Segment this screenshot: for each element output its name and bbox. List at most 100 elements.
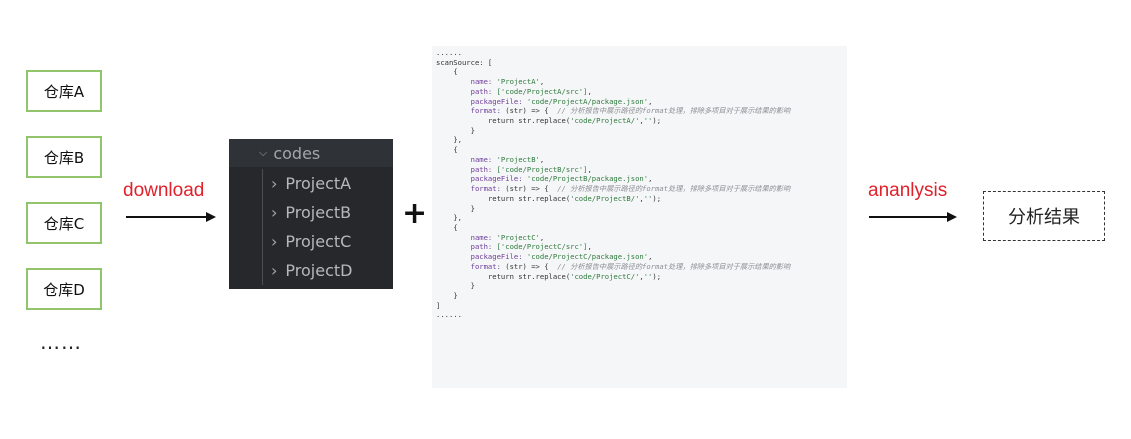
code-token: ...... [436,310,462,320]
code-token: return str.replace( [487,271,571,281]
download-arrow [126,212,216,222]
tree-item-label: ProjectB [285,203,352,222]
code-token: // 分析报告中展示路径的format处理，排除多项目对于展示结果的影响 [557,261,791,271]
code-token: } [470,203,475,213]
code-token: , [648,252,653,262]
code-token: 'ProjectC' [496,232,540,242]
code-line: { [436,67,847,77]
code-token: // 分析报告中展示路径的format处理，排除多项目对于展示结果的影响 [557,106,791,116]
code-token: (str) => { [505,261,558,271]
code-line: }, [436,213,847,223]
code-token: 'code/ProjectB/package.json' [526,174,649,184]
code-line: scanSource: [ [436,58,847,68]
code-line: ...... [436,48,847,58]
code-token: 'code/ProjectA/package.json' [526,96,649,106]
code-token: 'ProjectA' [496,77,540,87]
plus-sign: + [402,196,428,231]
code-token: format: [470,106,506,116]
repo-label: 仓库C [43,214,85,233]
config-code-block: ...... scanSource: [ { name: 'ProjectA', … [432,46,847,388]
analysis-arrow [869,212,957,222]
code-line: { [436,145,847,155]
code-token: 'ProjectB' [496,154,540,164]
code-token: (str) => { [505,106,558,116]
repo-label: 仓库D [43,280,85,299]
code-token: } [453,290,458,300]
download-label: download [123,180,205,201]
code-token: packageFile: [470,252,527,262]
code-token: ); [652,193,662,203]
chevron-right-icon: › [271,232,278,251]
code-line: path: ['code/ProjectB/src'], [436,165,847,175]
code-token: ...... [436,48,462,57]
code-token: , [648,174,653,184]
code-line: } [436,126,847,136]
tree-root-folder[interactable]: ⌵ codes [229,139,393,167]
chevron-down-icon: ⌵ [259,146,268,159]
file-tree-panel: ⌵ codes › ProjectA › ProjectB › ProjectC… [229,139,393,289]
code-token: packageFile: [470,174,527,184]
code-token: } [470,125,475,135]
analysis-result-box: 分析结果 [983,191,1105,241]
repo-box-b: 仓库B [26,136,102,178]
code-line: return str.replace('code/ProjectB/',''); [436,194,847,204]
code-line: path: ['code/ProjectA/src'], [436,87,847,97]
code-token: , [587,164,592,174]
code-line: format: (str) => { // 分析报告中展示路径的format处理… [436,262,847,272]
repo-box-c: 仓库C [26,202,102,244]
code-token: name: [470,232,497,242]
result-label: 分析结果 [1008,207,1080,228]
code-token: name: [470,77,497,87]
code-line: ] [436,301,847,311]
code-token: } [470,281,475,291]
code-token: }, [453,213,462,223]
code-token: 'code/ProjectC/package.json' [526,252,649,262]
tree-item-project-c[interactable]: › ProjectC [229,227,393,256]
code-token: ['code/ProjectA/src'] [496,86,588,96]
tree-item-label: ProjectA [285,174,352,193]
code-token: , [648,96,653,106]
code-line: } [436,281,847,291]
code-token: 'code/ProjectC/' [570,271,640,281]
code-token: path: [470,86,497,96]
code-token: 'code/ProjectA/' [570,116,640,126]
code-line: name: 'ProjectC', [436,233,847,243]
code-line: return str.replace('code/ProjectA/',''); [436,116,847,126]
code-token: { [453,145,458,155]
analysis-label: ananlysis [868,180,948,201]
code-token: ] [436,300,441,310]
tree-item-project-d[interactable]: › ProjectD [229,256,393,285]
code-token: , [587,242,592,252]
code-token: return str.replace( [487,116,571,126]
tree-item-project-b[interactable]: › ProjectB [229,198,393,227]
repo-box-a: 仓库A [26,70,102,112]
code-line: format: (str) => { // 分析报告中展示路径的format处理… [436,106,847,116]
code-token: { [453,222,458,232]
chevron-right-icon: › [271,261,278,280]
repos-more-ellipsis: …… [40,330,82,354]
code-token: name: [470,154,497,164]
code-token: return str.replace( [487,193,571,203]
code-line: } [436,204,847,214]
code-token: }, [453,135,462,145]
code-token: { [453,67,458,77]
code-line: packageFile: 'code/ProjectB/package.json… [436,174,847,184]
code-line: path: ['code/ProjectC/src'], [436,242,847,252]
code-token: // 分析报告中展示路径的format处理，排除多项目对于展示结果的影响 [557,184,791,194]
code-token: , [539,232,545,242]
chevron-right-icon: › [271,203,278,222]
code-token: ); [652,271,662,281]
code-token: 'code/ProjectB/' [570,193,640,203]
code-token: ['code/ProjectC/src'] [496,242,588,252]
code-token: ); [652,116,662,126]
code-line: }, [436,135,847,145]
chevron-right-icon: › [271,174,278,193]
tree-item-project-a[interactable]: › ProjectA [229,169,393,198]
code-token: path: [470,164,497,174]
code-token: path: [470,242,497,252]
code-token: (str) => { [505,184,558,194]
code-line: name: 'ProjectB', [436,155,847,165]
code-line: ...... [436,310,847,320]
code-line: packageFile: 'code/ProjectC/package.json… [436,252,847,262]
code-token: packageFile: [470,96,527,106]
